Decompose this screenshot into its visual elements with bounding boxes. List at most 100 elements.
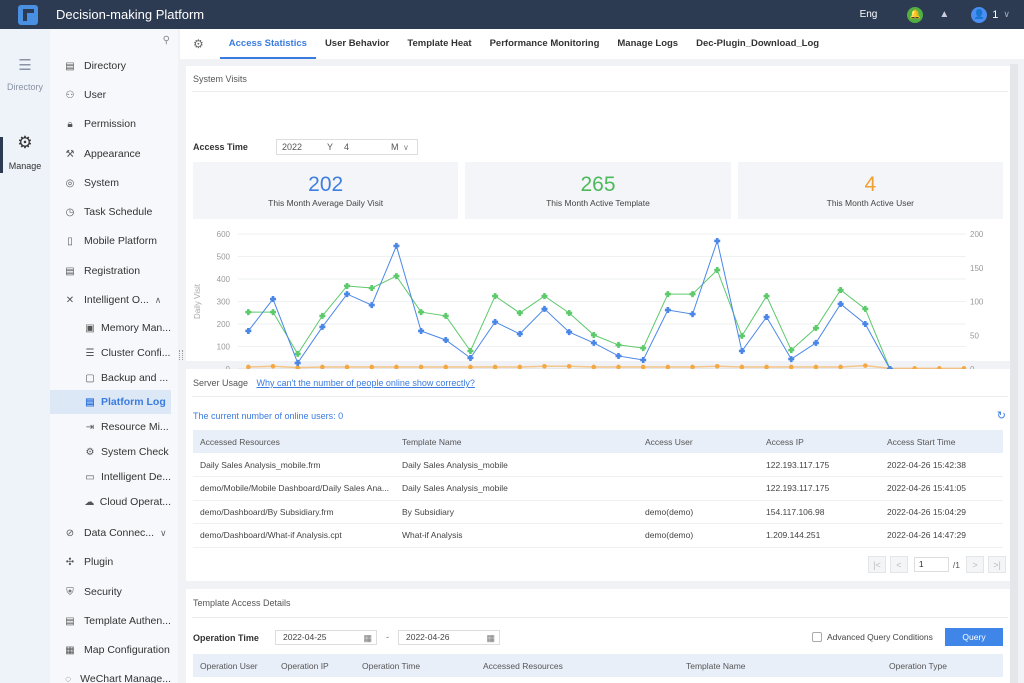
sidebar-item-task-schedule[interactable]: ◷ Task Schedule bbox=[50, 200, 171, 224]
table-row[interactable]: demo/Mobile/Mobile Dashboard/Daily Sales… bbox=[193, 476, 1003, 501]
tab-manage-logs[interactable]: Manage Logs bbox=[608, 29, 687, 59]
sidebar-item-data-connec[interactable]: ⊘ Data Connec... ∨ bbox=[50, 521, 171, 545]
next-page-button[interactable]: > bbox=[966, 556, 984, 573]
system-visits-panel: System Visits Access Time 2022 Y 4 M ∨ 2… bbox=[186, 66, 1014, 385]
end-date-input[interactable]: 2022-04-26 ▦ bbox=[398, 630, 500, 645]
rail-directory[interactable]: ☰ Directory bbox=[0, 56, 50, 92]
access-time-picker[interactable]: 2022 Y 4 M ∨ bbox=[276, 139, 418, 155]
table-row[interactable]: demo/Dashboard/By Subsidiary.frm By Subsi… bbox=[193, 500, 1003, 524]
tab-user-behavior[interactable]: User Behavior bbox=[316, 29, 398, 59]
sidebar-item-permission[interactable]: 🔒︎ Permission bbox=[50, 112, 171, 136]
sidebar-item-template-authen[interactable]: ▤ Template Authen... bbox=[50, 609, 171, 633]
message-bell-icon[interactable]: ▲ bbox=[939, 9, 949, 20]
sidebar-item-cloud-operat[interactable]: ☁ Cloud Operat... bbox=[50, 490, 171, 514]
sidebar-item-label: Security bbox=[84, 586, 122, 598]
sidebar-item-intelligent-de[interactable]: ▭ Intelligent De... bbox=[50, 465, 171, 489]
column-header[interactable]: Operation Time bbox=[355, 654, 476, 677]
query-button[interactable]: Query bbox=[945, 628, 1003, 646]
scrollbar[interactable] bbox=[1010, 64, 1018, 683]
sidebar-item-plugin[interactable]: ✣ Plugin bbox=[50, 550, 171, 574]
calendar-icon[interactable]: ▦ bbox=[486, 632, 495, 645]
calendar-icon[interactable]: ▦ bbox=[363, 632, 372, 645]
notification-bell-icon[interactable]: 🔔 bbox=[907, 6, 924, 23]
sidebar-item-wechart-manage[interactable]: ◌ WeChart Manage... bbox=[50, 667, 171, 683]
advanced-query-label: Advanced Query Conditions bbox=[827, 632, 933, 642]
table-cell: By Subsidiary bbox=[395, 500, 638, 524]
sidebar-item-label: Data Connec... bbox=[84, 527, 155, 539]
chevron-down-icon[interactable]: ∨ bbox=[1003, 9, 1010, 20]
year-unit: Y bbox=[327, 142, 334, 152]
column-header[interactable]: Template Name bbox=[679, 654, 882, 677]
plugin-icon: ✣ bbox=[65, 556, 75, 568]
first-page-button[interactable]: |< bbox=[867, 556, 886, 573]
online-users-count: The current number of online users: 0 bbox=[193, 411, 344, 421]
column-header[interactable]: Template Name bbox=[395, 430, 638, 453]
sidebar-item-label: Map Configuration bbox=[84, 644, 170, 656]
tab-access-statistics[interactable]: Access Statistics bbox=[219, 29, 317, 59]
refresh-icon[interactable]: ↻ bbox=[997, 409, 1006, 422]
user-name[interactable]: 1 bbox=[992, 9, 998, 21]
data-point bbox=[492, 293, 499, 300]
start-date-input[interactable]: 2022-04-25 ▦ bbox=[275, 630, 377, 645]
sidebar-item-memory-man[interactable]: ▣ Memory Man... bbox=[50, 316, 171, 340]
operation-time-label: Operation Time bbox=[193, 633, 259, 643]
stat-label: This Month Average Daily Visit bbox=[268, 198, 384, 208]
column-header[interactable]: Operation User bbox=[193, 654, 274, 677]
column-header[interactable]: Access User bbox=[638, 430, 759, 453]
settings-gear-icon[interactable]: ⚙ bbox=[193, 37, 204, 51]
nav-rail: ☰ Directory ⚙ Manage bbox=[0, 29, 50, 683]
unpin-icon[interactable]: ⚲ bbox=[163, 35, 170, 46]
online-help-link[interactable]: Why can't the number of people online sh… bbox=[257, 378, 475, 388]
sidebar-item-registration[interactable]: ▤ Registration bbox=[50, 259, 171, 283]
system-check-icon: ⚙ bbox=[85, 446, 95, 458]
chevron-up-icon[interactable]: ∧ bbox=[155, 295, 162, 306]
data-point bbox=[442, 312, 449, 319]
table-cell: 2022-04-26 15:04:29 bbox=[880, 500, 1003, 524]
page-number-input[interactable]: 1 bbox=[913, 557, 949, 572]
sidebar-item-system[interactable]: ◎ System bbox=[50, 171, 171, 195]
tab-performance-monitoring[interactable]: Performance Monitoring bbox=[481, 29, 609, 59]
tab-template-heat[interactable]: Template Heat bbox=[398, 29, 480, 59]
data-point bbox=[664, 291, 671, 298]
prev-page-button[interactable]: < bbox=[889, 556, 908, 573]
sidebar-item-security[interactable]: ⛨ Security bbox=[50, 580, 171, 604]
advanced-query-checkbox[interactable]: Advanced Query Conditions bbox=[812, 632, 933, 642]
tab-dec-plugin-download-log[interactable]: Dec-Plugin_Download_Log bbox=[687, 29, 828, 59]
sidebar-item-user[interactable]: ⚇ User bbox=[50, 83, 171, 107]
column-header[interactable]: Operation Type bbox=[882, 654, 1003, 677]
sidebar-item-intelligent-o[interactable]: ✕ Intelligent O... ∧ bbox=[50, 288, 171, 312]
data-point bbox=[615, 341, 622, 348]
column-header[interactable]: Accessed Resources bbox=[193, 430, 395, 453]
sidebar-item-mobile-platform[interactable]: ▯ Mobile Platform bbox=[50, 229, 171, 253]
sidebar-item-cluster-confi[interactable]: ☰ Cluster Confi... bbox=[50, 341, 171, 365]
avatar[interactable]: 👤 bbox=[971, 6, 988, 23]
language-switcher[interactable]: Eng bbox=[860, 9, 878, 20]
column-header[interactable]: Accessed Resources bbox=[476, 654, 679, 677]
column-header[interactable]: Access Start Time bbox=[880, 430, 1003, 453]
rail-directory-label: Directory bbox=[6, 82, 43, 92]
sidebar-item-platform-log[interactable]: ▤ Platform Log bbox=[50, 390, 171, 414]
y2-tick-label: 50 bbox=[970, 331, 979, 340]
sidebar-item-map-configuration[interactable]: ▦ Map Configuration bbox=[50, 638, 171, 662]
sidebar-item-system-check[interactable]: ⚙ System Check bbox=[50, 440, 171, 464]
sidebar-item-label: Intelligent De... bbox=[100, 471, 171, 483]
rail-manage[interactable]: ⚙ Manage bbox=[0, 133, 50, 171]
table-cell: 154.117.106.98 bbox=[759, 500, 880, 524]
sidebar-item-directory[interactable]: ▤ Directory bbox=[50, 54, 171, 78]
table-row[interactable]: Daily Sales Analysis_mobile.frm Daily Sal… bbox=[193, 453, 1003, 477]
sidebar-item-backup-and[interactable]: ▢ Backup and ... bbox=[50, 366, 171, 390]
template-access-title: Template Access Details bbox=[192, 589, 1008, 618]
y-tick-label: 600 bbox=[217, 230, 231, 239]
column-header[interactable]: Access IP bbox=[759, 430, 880, 453]
table-row[interactable]: demo/Dashboard/What-if Analysis.cpt What-… bbox=[193, 523, 1003, 548]
checkbox[interactable] bbox=[812, 632, 822, 642]
sidebar-item-label: Cloud Operat... bbox=[99, 496, 171, 508]
template-access-panel: Template Access Details Operation Time 2… bbox=[186, 589, 1014, 683]
chevron-down-icon[interactable]: ∨ bbox=[160, 528, 167, 539]
sidebar-item-label: Resource Mi... bbox=[101, 421, 169, 433]
table-cell: Daily Sales Analysis_mobile bbox=[395, 453, 638, 477]
last-page-button[interactable]: >| bbox=[988, 556, 1006, 573]
sidebar-item-appearance[interactable]: ⚒ Appearance bbox=[50, 142, 171, 166]
column-header[interactable]: Operation IP bbox=[274, 654, 355, 677]
sidebar-item-resource-mi[interactable]: ⇥ Resource Mi... bbox=[50, 415, 171, 439]
